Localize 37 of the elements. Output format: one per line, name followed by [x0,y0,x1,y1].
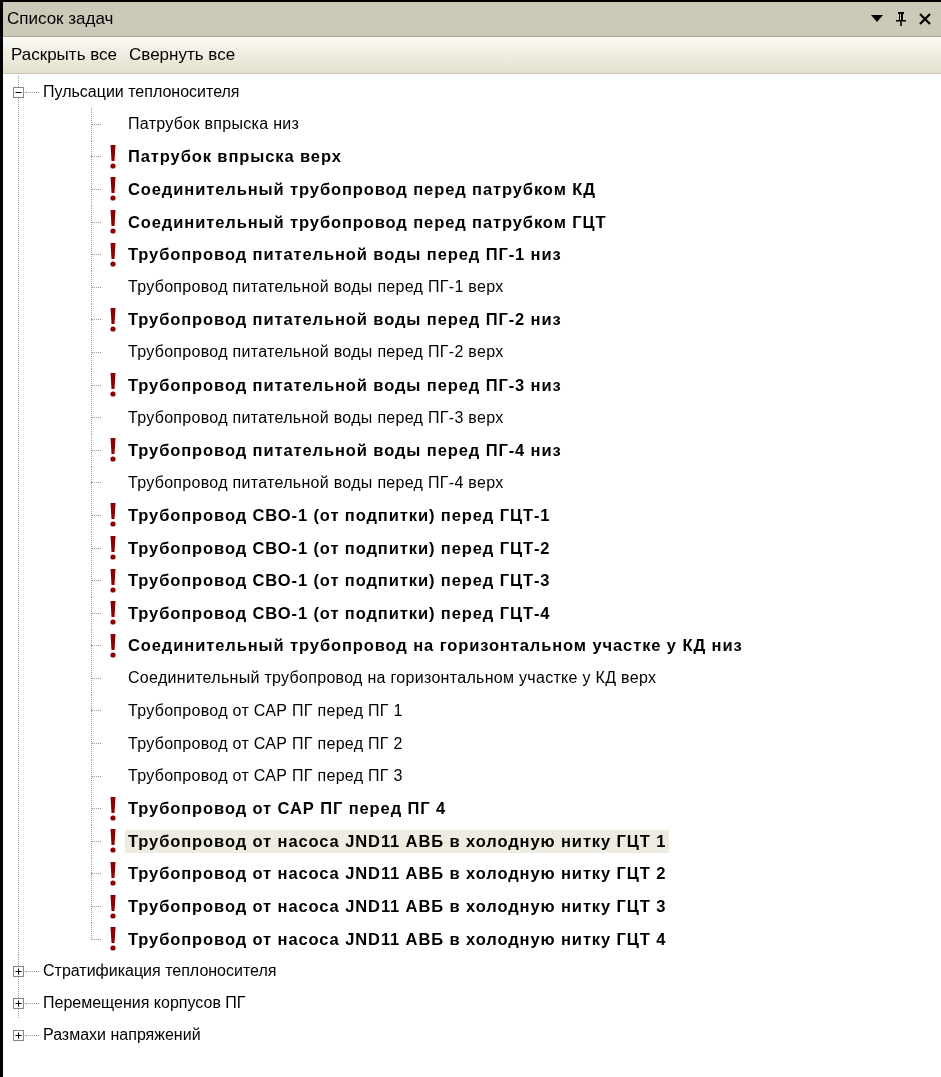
expand-icon[interactable] [13,997,24,1009]
tree-item[interactable]: Соединительный трубопровод на горизонтальном участке у КД низ [125,634,746,658]
tree-item[interactable]: Трубопровод СВО-1 (от подпитки) перед ГЦТ-1 [125,503,554,527]
tree-item[interactable]: Соединительный трубопровод на горизонтальном участке у КД верх [125,667,660,690]
tree-item[interactable]: Трубопровод от САР ПГ перед ПГ 3 [125,765,406,788]
tree-item[interactable]: Трубопровод СВО-1 (от подпитки) перед ГЦТ-2 [125,536,554,560]
tree-item[interactable]: Трубопровод от насоса JND11 АВБ в холодную нитку ГЦТ 1 [125,829,670,853]
tree-item[interactable]: Трубопровод питательной воды перед ПГ-2 низ [125,308,565,332]
tree-item[interactable]: Трубопровод от насоса JND11 АВБ в холодную нитку ГЦТ 3 [125,895,670,919]
tree-group-label[interactable]: Перемещения корпусов ПГ [43,994,246,1013]
tree-item[interactable]: Трубопровод СВО-1 (от подпитки) перед ГЦТ-4 [125,601,554,625]
tree-item[interactable]: Трубопровод от САР ПГ перед ПГ 4 [125,797,450,821]
tree-item[interactable]: Трубопровод питательной воды перед ПГ-3 верх [125,406,507,429]
tree-item[interactable]: Соединительный трубопровод перед патрубком ГЦТ [125,210,610,234]
tree-item[interactable]: Патрубок впрыска верх [125,145,345,169]
toolbar-button[interactable]: Свернуть все [125,43,240,67]
expand-icon[interactable] [13,965,24,977]
tree-group-label[interactable]: Пульсации теплоносителя [43,83,240,101]
tree-item[interactable]: Трубопровод СВО-1 (от подпитки) перед ГЦТ-3 [125,569,554,593]
tree-item[interactable]: Трубопровод питательной воды перед ПГ-4 низ [125,438,565,462]
tree-group-label[interactable]: Стратификация теплоносителя [43,962,277,981]
tree-item[interactable]: Трубопровод от насоса JND11 АВБ в холодную нитку ГЦТ 4 [125,927,670,951]
tree-item[interactable]: Соединительный трубопровод перед патрубком КД [125,178,599,201]
toolbar-button[interactable]: Раскрыть все [7,43,121,67]
tree-group-label[interactable]: Размахи напряжений [43,1026,201,1045]
tree-item[interactable]: Трубопровод от САР ПГ перед ПГ 2 [125,732,406,755]
tree-item[interactable]: Трубопровод от САР ПГ перед ПГ 1 [125,700,406,722]
tree-item[interactable]: Трубопровод питательной воды перед ПГ-4 верх [125,471,507,494]
tree-item[interactable]: Трубопровод питательной воды перед ПГ-2 верх [125,341,507,364]
tree-item[interactable]: Трубопровод питательной воды перед ПГ-1 верх [125,276,507,299]
tree-item[interactable]: Трубопровод питательной воды перед ПГ-1 низ [125,243,565,267]
tree-item[interactable]: Трубопровод от насоса JND11 АВБ в холодную нитку ГЦТ 2 [125,862,670,886]
tree-item[interactable]: Трубопровод питательной воды перед ПГ-3 низ [125,373,565,397]
collapse-icon[interactable] [13,86,24,98]
expand-icon[interactable] [13,1029,24,1041]
panel-title: Список задач [7,9,115,29]
tree-item[interactable]: Патрубок впрыска низ [125,113,303,136]
